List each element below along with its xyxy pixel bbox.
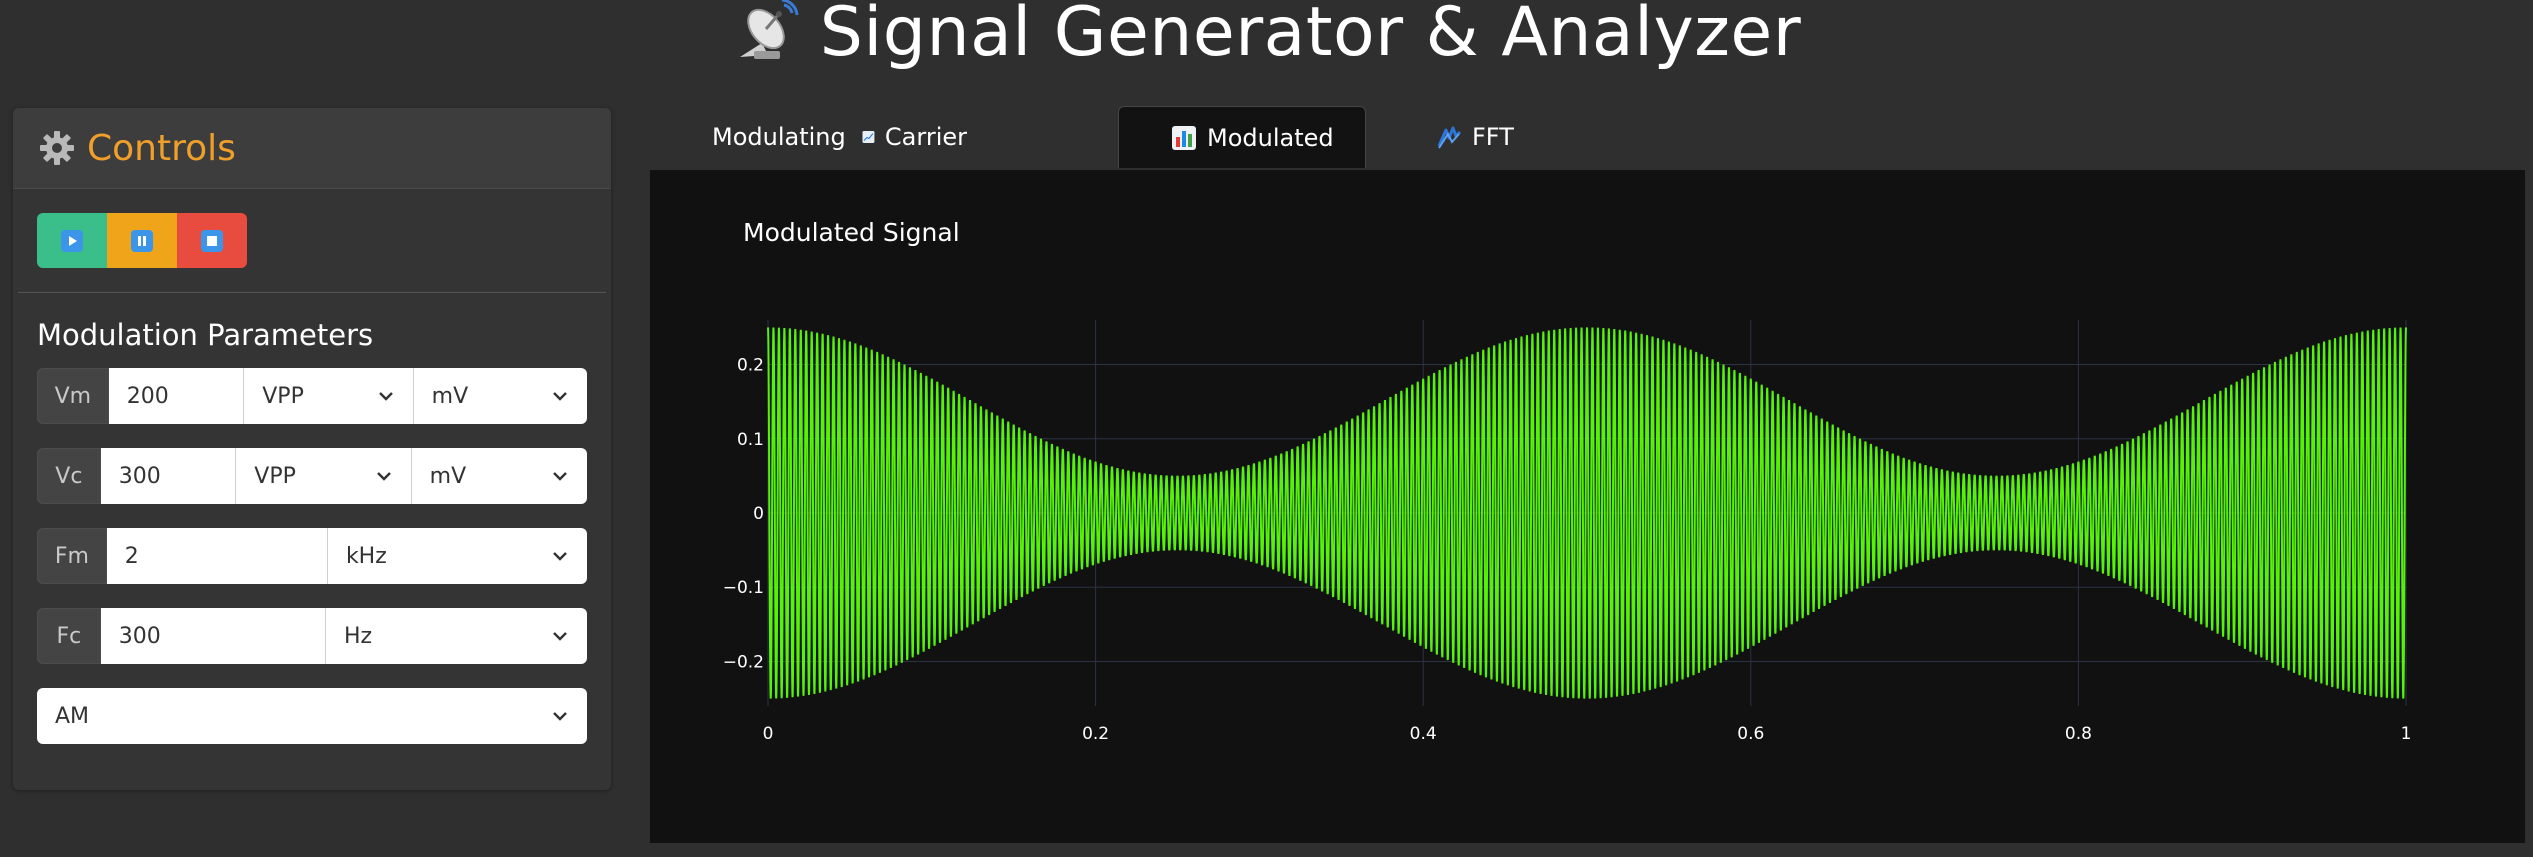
vc-row: Vc 300 VPP mV [37, 448, 587, 504]
vm-type-select[interactable]: VPP [244, 368, 414, 424]
chevron-down-icon [553, 552, 567, 561]
play-button[interactable] [37, 213, 107, 268]
fm-unit-select[interactable]: kHz [327, 528, 587, 584]
vc-type-select[interactable]: VPP [236, 448, 412, 504]
vm-label: Vm [37, 368, 109, 424]
playback-button-group [37, 213, 247, 268]
tab-label: Modulated [1207, 123, 1334, 152]
chevron-down-icon [378, 392, 393, 401]
y-tick-label: −0.1 [723, 578, 764, 598]
tab-modulated[interactable]: Modulated [1118, 106, 1366, 168]
fm-row: Fm 2 kHz [37, 528, 587, 584]
y-tick-label: 0 [753, 504, 764, 524]
modulation-row: AM [37, 688, 587, 744]
tab-modulating[interactable]: Modulating [650, 106, 846, 168]
vm-unit-select[interactable]: mV [413, 368, 588, 424]
y-tick-label: 0.1 [737, 430, 764, 450]
fm-input[interactable]: 2 [106, 528, 328, 584]
x-tick-label: 0 [763, 724, 774, 744]
fc-unit-value: Hz [343, 623, 373, 649]
section-title: Modulation Parameters [37, 318, 374, 352]
tab-label: FFT [1472, 123, 1514, 151]
fm-label: Fm [37, 528, 107, 584]
tab-carrier[interactable]: Carrier [810, 106, 967, 168]
vm-type-value: VPP [262, 383, 304, 409]
pause-icon [131, 229, 153, 252]
vc-input[interactable]: 300 [100, 448, 237, 504]
controls-panel: Controls Modulation Parameters Vm 200 VP… [13, 108, 611, 790]
vm-unit-value: mV [431, 383, 469, 409]
x-tick-label: 0.2 [1082, 724, 1109, 744]
pause-button[interactable] [107, 213, 177, 268]
stop-button[interactable] [177, 213, 247, 268]
page-header: Signal Generator & Analyzer [0, 0, 2533, 95]
stop-icon [201, 229, 223, 252]
x-tick-label: 0.4 [1410, 724, 1437, 744]
tab-label: Carrier [884, 123, 967, 151]
chevron-down-icon [553, 472, 567, 481]
y-tick-label: 0.2 [737, 356, 764, 376]
vm-row: Vm 200 VPP mV [37, 368, 588, 424]
chevron-down-icon [553, 712, 567, 721]
modulation-value: AM [55, 703, 90, 729]
vc-unit-value: mV [429, 463, 467, 489]
vc-type-value: VPP [254, 463, 296, 489]
vc-label: Vc [37, 448, 101, 504]
x-tick-label: 0.8 [2065, 724, 2092, 744]
bar-chart-icon [1172, 125, 1196, 150]
page-title: Signal Generator & Analyzer [819, 0, 1802, 72]
gear-icon [40, 131, 74, 165]
x-tick-label: 1 [2401, 724, 2412, 744]
fc-unit-select[interactable]: Hz [325, 608, 587, 664]
divider [18, 292, 606, 293]
fm-unit-value: kHz [345, 543, 387, 569]
modulation-select[interactable]: AM [37, 688, 587, 744]
vm-input[interactable]: 200 [108, 368, 245, 424]
modulated-signal-chart[interactable]: 0 0.2 0.4 0.6 0.8 1 0.2 0.1 0 −0.1 −0.2 [650, 170, 2525, 843]
plot-panel: Modulated Signal 0 0.2 0.4 0.6 0.8 1 0.2 0.1 0 −0… [650, 170, 2525, 843]
line-chart-up-icon [862, 131, 875, 143]
controls-header: Controls [13, 108, 611, 189]
vc-unit-select[interactable]: mV [411, 448, 587, 504]
x-tick-label: 0.6 [1737, 724, 1764, 744]
chevron-down-icon [553, 392, 567, 401]
fc-input[interactable]: 300 [100, 608, 326, 664]
chevron-down-icon [553, 632, 567, 641]
tab-bar: Modulating Carrier Modulated FFT [650, 106, 2525, 170]
satellite-dish-icon [739, 0, 799, 59]
fc-label: Fc [37, 608, 101, 664]
y-tick-label: −0.2 [723, 652, 764, 672]
spectrum-icon [1437, 126, 1462, 149]
tab-fft[interactable]: FFT [1366, 106, 1516, 168]
play-icon [61, 229, 83, 252]
fc-row: Fc 300 Hz [37, 608, 587, 664]
chevron-down-icon [376, 472, 391, 481]
controls-title: Controls [87, 127, 236, 169]
